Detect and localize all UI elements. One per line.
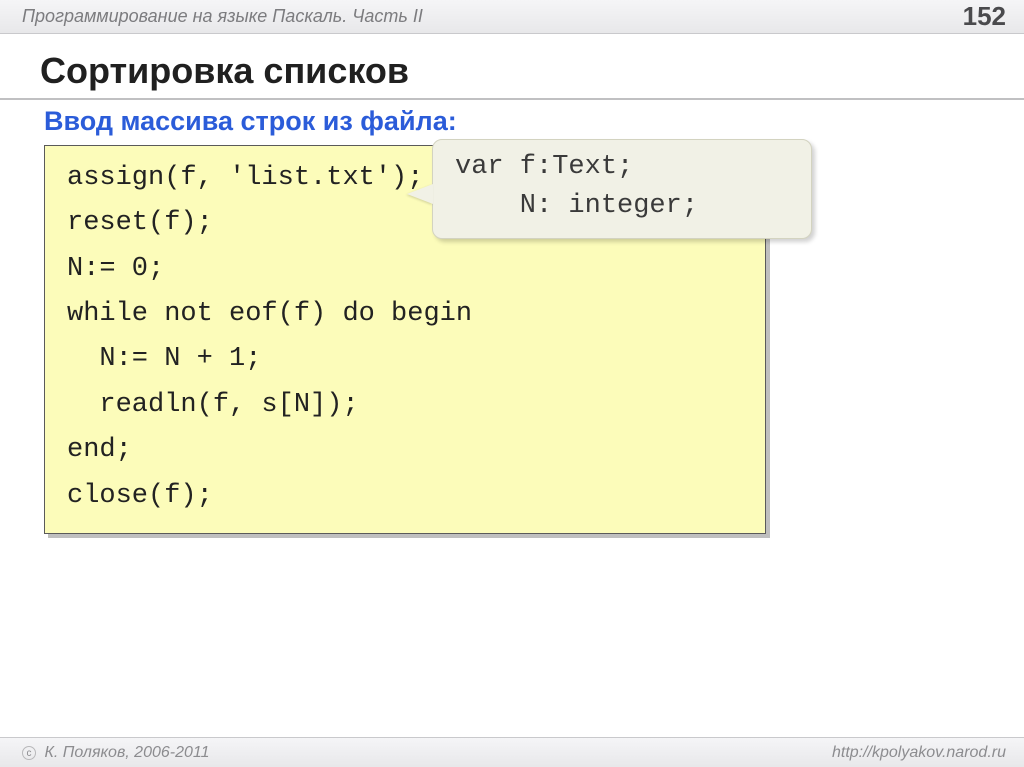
copyright-icon: c [22, 746, 36, 760]
callout-line: N: integer; [455, 187, 789, 226]
slide-title: Сортировка списков [0, 44, 1024, 100]
code-line: while not eof(f) do begin [67, 292, 743, 337]
code-line: close(f); [67, 474, 743, 519]
copyright: c К. Поляков, 2006-2011 [22, 744, 210, 762]
code-area: assign(f, 'list.txt'); reset(f); N:= 0; … [44, 145, 980, 534]
code-line: N:= 0; [67, 247, 743, 292]
footer-url: http://kpolyakov.narod.ru [832, 744, 1006, 762]
slide-content: Сортировка списков Ввод массива строк из… [0, 34, 1024, 534]
callout-line: var f:Text; [455, 148, 789, 187]
slide-header: Программирование на языке Паскаль. Часть… [0, 0, 1024, 34]
header-title: Программирование на языке Паскаль. Часть… [22, 6, 423, 27]
copyright-text: К. Поляков, 2006-2011 [44, 744, 209, 761]
callout-box: var f:Text; N: integer; [432, 139, 812, 239]
code-line: readln(f, s[N]); [67, 383, 743, 428]
code-line: N:= N + 1; [67, 337, 743, 382]
code-line: end; [67, 428, 743, 473]
callout-pointer-icon [407, 184, 433, 204]
page-number: 152 [963, 1, 1006, 32]
slide-footer: c К. Поляков, 2006-2011 http://kpolyakov… [0, 737, 1024, 767]
